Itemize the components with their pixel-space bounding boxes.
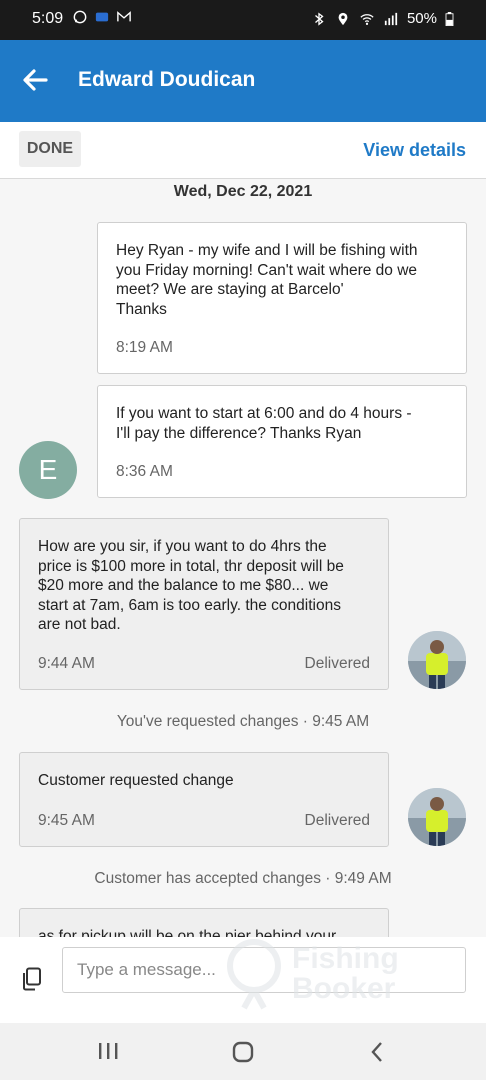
status-right: 50% bbox=[311, 10, 454, 27]
system-note: Customer has accepted changes · 9:49 AM bbox=[94, 870, 392, 887]
back-icon[interactable] bbox=[370, 1041, 384, 1063]
message-text: as for pickup will be on the pier behind… bbox=[38, 928, 337, 937]
conversation-title: Edward Doudican bbox=[78, 68, 256, 91]
system-nav-bar bbox=[0, 1023, 486, 1080]
view-details-link[interactable]: View details bbox=[363, 140, 466, 161]
delivery-status: Delivered bbox=[304, 654, 370, 672]
message-text: Customer requested change bbox=[38, 772, 234, 789]
message-time: 9:44 AM bbox=[38, 654, 95, 672]
notification-icons bbox=[72, 10, 132, 24]
message-bubble-outgoing: How are you sir, if you want to do 4hrs … bbox=[19, 518, 389, 690]
system-note: You've requested changes · 9:45 AM bbox=[116, 713, 370, 730]
recent-apps-icon[interactable] bbox=[97, 1041, 119, 1061]
sub-toolbar: DONE View details bbox=[0, 122, 486, 179]
location-icon bbox=[338, 12, 348, 25]
status-bar: 5:09 50% bbox=[0, 0, 486, 40]
bluetooth-icon bbox=[315, 11, 324, 26]
message-time: 9:45 AM bbox=[38, 811, 95, 829]
whatsapp-icon bbox=[73, 10, 87, 24]
done-button[interactable]: DONE bbox=[19, 131, 81, 167]
message-text: How are you sir, if you want to do 4hrs … bbox=[38, 538, 344, 633]
copy-icon[interactable] bbox=[20, 967, 42, 991]
app-icon bbox=[95, 12, 109, 22]
message-bubble-outgoing: as for pickup will be on the pier behind… bbox=[19, 908, 389, 937]
home-icon[interactable] bbox=[232, 1041, 254, 1063]
date-divider: Wed, Dec 22, 2021 bbox=[173, 183, 313, 200]
message-bubble-outgoing: Customer requested change 9:45 AM Delive… bbox=[19, 752, 389, 847]
wifi-icon bbox=[360, 13, 374, 25]
message-input[interactable] bbox=[62, 947, 466, 993]
signal-icon bbox=[384, 12, 398, 25]
battery-icon bbox=[445, 11, 454, 26]
avatar bbox=[408, 631, 466, 689]
message-text: If you want to start at 6:00 and do 4 ho… bbox=[116, 405, 412, 442]
message-time: 8:36 AM bbox=[116, 462, 173, 480]
captain-photo-icon bbox=[408, 788, 466, 846]
message-composer bbox=[0, 937, 486, 1023]
status-time: 5:09 bbox=[32, 10, 64, 27]
arrow-left-icon[interactable] bbox=[22, 67, 48, 93]
app-header: Edward Doudican bbox=[0, 40, 486, 122]
battery-percent: 50% bbox=[406, 10, 437, 27]
avatar: E bbox=[19, 441, 77, 499]
message-bubble-incoming: If you want to start at 6:00 and do 4 ho… bbox=[97, 385, 467, 498]
avatar bbox=[408, 788, 466, 846]
chat-thread[interactable]: Wed, Dec 22, 2021 Hey Ryan - my wife and… bbox=[0, 179, 486, 937]
message-time: 8:19 AM bbox=[116, 338, 173, 356]
captain-photo-icon bbox=[408, 631, 466, 689]
message-text: Hey Ryan - my wife and I will be fishing… bbox=[116, 242, 418, 318]
delivery-status: Delivered bbox=[304, 811, 370, 829]
message-bubble-incoming: Hey Ryan - my wife and I will be fishing… bbox=[97, 222, 467, 374]
gmail-icon bbox=[117, 11, 131, 22]
